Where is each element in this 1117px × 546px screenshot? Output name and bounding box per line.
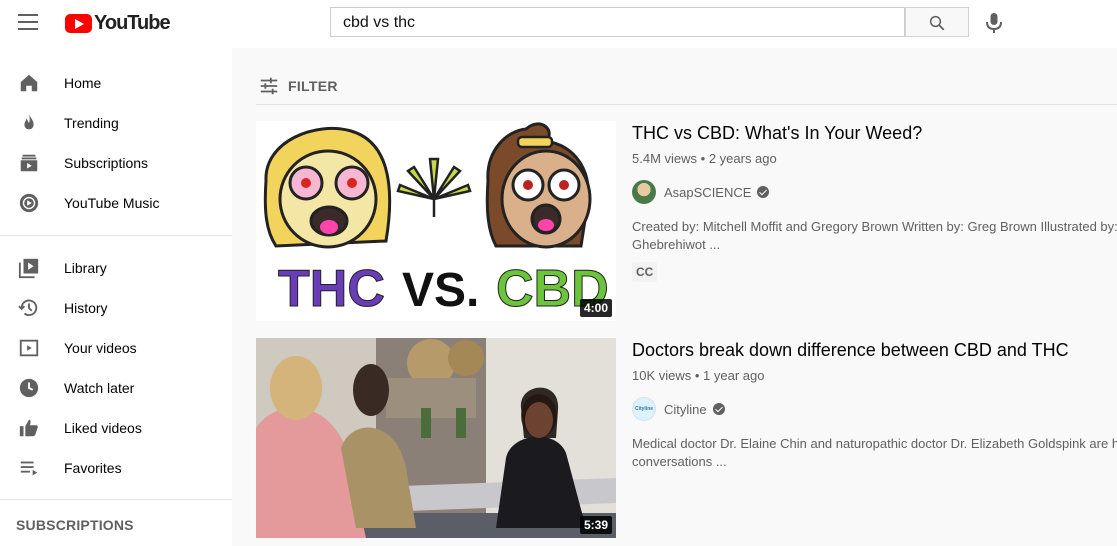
- channel-link[interactable]: AsapSCIENCE: [632, 180, 1117, 204]
- sidebar-item-label: Subscriptions: [64, 155, 149, 171]
- verified-badge-icon: [757, 186, 770, 198]
- view-count: 10K views: [632, 368, 692, 383]
- view-count: 5.4M views: [632, 151, 698, 166]
- sidebar-item-label: Home: [64, 75, 102, 91]
- sidebar: Home Trending Subscriptions YouTube Musi…: [0, 48, 232, 546]
- description-line: Medical doctor Dr. Elaine Chin and natur…: [632, 436, 1117, 451]
- search-button[interactable]: [905, 7, 969, 37]
- video-info: Doctors break down difference between CB…: [632, 338, 1117, 471]
- clock-icon: [19, 378, 39, 398]
- sidebar-item-watch-later[interactable]: Watch later: [0, 368, 232, 408]
- video-thumbnail[interactable]: 5:39: [256, 338, 616, 538]
- masthead: YouTube cbd vs thc: [0, 0, 1117, 48]
- cc-badge: CC: [632, 262, 658, 282]
- avatar-logo-text: Cityline: [634, 406, 654, 412]
- verified-badge-icon: [712, 403, 725, 415]
- microphone-icon: [986, 13, 1002, 33]
- sidebar-item-label: Favorites: [64, 460, 122, 476]
- video-title[interactable]: THC vs CBD: What's In Your Weed?: [632, 123, 1117, 144]
- sidebar-item-library[interactable]: Library: [0, 248, 232, 288]
- search-input[interactable]: cbd vs thc: [330, 7, 905, 37]
- channel-avatar: Cityline: [632, 397, 656, 421]
- hamburger-menu-icon[interactable]: [18, 14, 38, 30]
- sidebar-item-history[interactable]: History: [0, 288, 232, 328]
- sidebar-item-label: Your videos: [64, 340, 137, 356]
- channel-name: AsapSCIENCE: [664, 184, 752, 200]
- sidebar-item-label: Watch later: [64, 380, 135, 396]
- channel-name: Cityline: [664, 401, 707, 417]
- video-metadata: 10K views • 1 year ago: [632, 368, 765, 383]
- video-description: Medical doctor Dr. Elaine Chin and natur…: [632, 435, 1117, 471]
- video-result: THC VS. CBD 4:00 THC vs CBD: What's In Y…: [256, 121, 1117, 321]
- description-line: Ghebrehiwot ...: [632, 237, 721, 252]
- sidebar-item-label: Liked videos: [64, 420, 142, 436]
- upload-age: 2 years ago: [708, 151, 777, 166]
- channel-avatar: [632, 180, 656, 204]
- playlist-icon: [20, 461, 38, 476]
- video-title[interactable]: Doctors break down difference between CB…: [632, 340, 1117, 361]
- sidebar-item-trending[interactable]: Trending: [0, 103, 232, 143]
- video-description: Created by: Mitchell Moffit and Gregory …: [632, 218, 1117, 254]
- filter-button[interactable]: FILTER: [256, 70, 1117, 105]
- video-metadata: 5.4M views • 2 years ago: [632, 151, 777, 166]
- channel-link[interactable]: Cityline Cityline: [632, 397, 1117, 421]
- video-duration: 5:39: [579, 516, 612, 534]
- sidebar-item-label: Trending: [64, 115, 119, 131]
- sidebar-item-home[interactable]: Home: [0, 63, 232, 103]
- history-icon: [18, 299, 38, 317]
- sidebar-item-subscriptions[interactable]: Subscriptions: [0, 143, 232, 183]
- video-duration: 4:00: [579, 299, 612, 317]
- home-icon: [20, 74, 38, 92]
- library-icon: [18, 258, 39, 279]
- video-result: 5:39 Doctors break down difference betwe…: [256, 338, 1117, 538]
- sidebar-item-liked-videos[interactable]: Liked videos: [0, 408, 232, 448]
- thumbnail-illustration: THC VS. CBD: [263, 122, 609, 319]
- youtube-logo[interactable]: YouTube: [65, 11, 171, 34]
- logo-text: YouTube: [94, 11, 171, 34]
- sidebar-item-youtube-music[interactable]: YouTube Music: [0, 183, 232, 223]
- sidebar-item-favorites[interactable]: Favorites: [0, 448, 232, 488]
- youtube-music-icon: [19, 193, 39, 213]
- your-videos-icon: [19, 339, 39, 357]
- sidebar-item-your-videos[interactable]: Your videos: [0, 328, 232, 368]
- search-icon: [929, 15, 945, 31]
- svg-text:VS.: VS.: [402, 264, 479, 317]
- microphone-button[interactable]: [984, 12, 1004, 39]
- description-line: Created by: Mitchell Moffit and Gregory …: [632, 219, 1117, 234]
- sidebar-item-label: Library: [64, 260, 107, 276]
- video-thumbnail[interactable]: THC VS. CBD 4:00: [256, 121, 616, 321]
- video-info: THC vs CBD: What's In Your Weed? 5.4M vi…: [632, 121, 1117, 282]
- thumbnail-photo: [256, 338, 616, 538]
- upload-age: 1 year ago: [703, 368, 765, 383]
- fire-icon: [24, 113, 34, 130]
- sidebar-divider: [0, 235, 232, 236]
- description-line: conversations ...: [632, 454, 727, 469]
- filter-sliders-icon: [260, 77, 278, 95]
- subscriptions-section-title: SUBSCRIPTIONS: [16, 517, 134, 533]
- sidebar-divider: [0, 499, 232, 500]
- filter-label: FILTER: [288, 78, 338, 94]
- svg-text:THC: THC: [278, 260, 385, 318]
- sidebar-item-label: History: [64, 300, 108, 316]
- subscriptions-icon: [20, 154, 38, 172]
- sidebar-item-label: YouTube Music: [64, 195, 160, 211]
- youtube-play-icon: [65, 13, 92, 33]
- thumbs-up-icon: [19, 419, 38, 437]
